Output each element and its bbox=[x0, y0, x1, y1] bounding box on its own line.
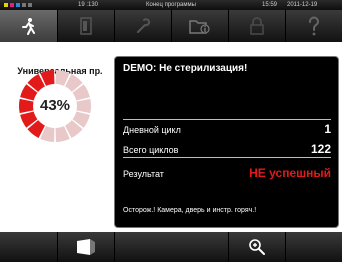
result-panel: DEMO: Не стерилизация! Дневной цикл 1 Вс… bbox=[114, 56, 339, 228]
status-time: 15:59 bbox=[262, 2, 278, 8]
tab-door[interactable] bbox=[57, 10, 115, 42]
status-indicators bbox=[4, 0, 32, 10]
daily-cycle-value: 1 bbox=[324, 122, 331, 136]
status-date: 2011-12-19 bbox=[287, 2, 318, 8]
tab-program[interactable] bbox=[0, 10, 58, 42]
result-label: Результат bbox=[123, 169, 164, 179]
daily-cycle-label: Дневной цикл bbox=[123, 125, 181, 135]
result-value: НЕ успешный bbox=[249, 166, 331, 180]
total-cycles-row: Всего циклов 122 bbox=[123, 142, 331, 156]
status-bar: 19 :130 Конец программы 15:59 2011-12-19 bbox=[0, 0, 342, 10]
status-dot-blue bbox=[16, 3, 20, 7]
tab-service[interactable] bbox=[114, 10, 172, 42]
wrench-icon bbox=[136, 18, 150, 33]
help-icon bbox=[308, 16, 319, 36]
progress-percent: 43% bbox=[39, 97, 71, 114]
person-icon bbox=[21, 18, 35, 35]
status-dot-yellow bbox=[4, 3, 8, 7]
status-message: Конец программы bbox=[146, 2, 196, 8]
status-counter: 19 :130 bbox=[78, 2, 99, 8]
bottom-spacer-1 bbox=[0, 232, 58, 262]
tab-bar bbox=[0, 10, 342, 42]
panel-title: DEMO: Не стерилизация! bbox=[123, 63, 248, 74]
door-icon bbox=[79, 17, 92, 35]
status-dot-gray bbox=[22, 3, 26, 7]
divider bbox=[123, 157, 331, 158]
status-dot-magenta bbox=[10, 3, 14, 7]
zoom-button[interactable] bbox=[228, 232, 286, 262]
chamber-door-icon bbox=[76, 239, 95, 255]
hot-warning: Осторож.! Камера, дверь и инстр. горяч.! bbox=[123, 207, 257, 214]
total-cycles-value: 122 bbox=[310, 142, 331, 156]
bottom-bar bbox=[0, 232, 342, 262]
total-cycles-label: Всего циклов bbox=[123, 145, 179, 155]
tab-help[interactable] bbox=[285, 10, 342, 42]
zoom-in-icon bbox=[248, 239, 265, 255]
tab-info[interactable] bbox=[171, 10, 229, 42]
bottom-spacer-3 bbox=[285, 232, 342, 262]
status-dot-gray2 bbox=[28, 3, 32, 7]
tab-lock[interactable] bbox=[228, 10, 286, 42]
daily-cycle-row: Дневной цикл 1 bbox=[123, 122, 331, 136]
result-row: Результат НЕ успешный bbox=[123, 166, 331, 180]
chamber-door-button[interactable] bbox=[57, 232, 115, 262]
bottom-spacer-2 bbox=[114, 232, 229, 262]
lock-icon bbox=[249, 17, 264, 35]
info-folder-icon bbox=[188, 20, 210, 34]
divider bbox=[123, 119, 331, 120]
